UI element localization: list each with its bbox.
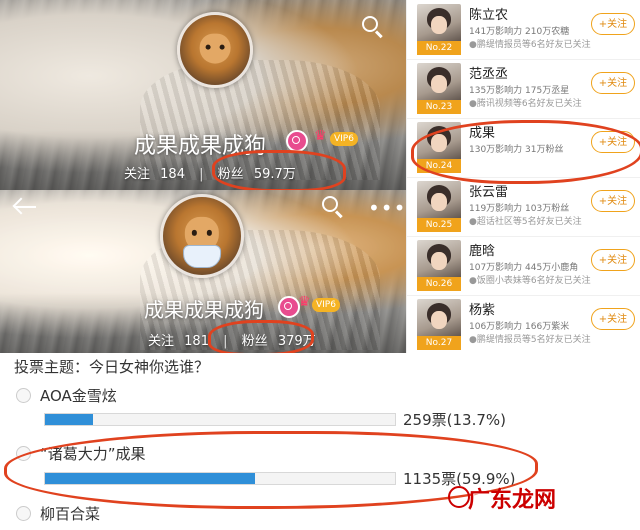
search-icon[interactable] (362, 16, 383, 39)
list-item[interactable]: No.27 杨紫 106万影响力 166万紫米 ●鹏缇情报员等5名好友已关注 +… (407, 295, 640, 354)
rank-badge: No.26 (417, 277, 461, 291)
follow-button[interactable]: +关注 (591, 190, 635, 212)
more-icon[interactable]: ••• (368, 196, 406, 220)
user-stats: 141万影响力 210万农糖 (469, 27, 570, 37)
cat-icon (199, 33, 231, 64)
list-item[interactable]: No.22 陈立农 141万影响力 210万农糖 ●鹏缇情报员等6名好友已关注 … (407, 0, 640, 60)
user-name[interactable]: 陈立农 (469, 4, 508, 23)
poll-option-label[interactable]: AOA金雪炫 (40, 385, 117, 406)
back-arrow-icon[interactable] (12, 197, 36, 216)
profile-name: 成果成果成狗 (144, 298, 264, 322)
follow-label[interactable]: 关注 (148, 334, 174, 349)
ranking-list: No.22 陈立农 141万影响力 210万农糖 ●鹏缇情报员等6名好友已关注 … (406, 0, 640, 353)
mutual-follow-note: ●鹏缇情报员等5名好友已关注 (469, 335, 591, 345)
list-item[interactable]: No.26 鹿晗 107万影响力 445万小鹿角 ●饭圈小表妹等6名好友已关注 … (407, 236, 640, 296)
crown-icon: ♛ (298, 294, 311, 310)
watermark: 广东龙网 (468, 488, 557, 513)
profile-header-top: 成果成果成狗 ♛ VIP6 关注 184 | 粉丝 59.7万 (0, 0, 406, 190)
poll-option-label[interactable]: 柳百合菜 (40, 503, 100, 524)
mutual-follow-note: ●饭圈小表妹等6名好友已关注 (469, 276, 591, 286)
follow-button[interactable]: +关注 (591, 13, 635, 35)
rank-badge: No.22 (417, 41, 461, 55)
verified-icon (278, 296, 300, 318)
avatar[interactable] (160, 194, 244, 278)
list-item[interactable]: No.23 范丞丞 135万影响力 175万丞星 ●腾讯视频等6名好友已关注 +… (407, 59, 640, 119)
face-mask-icon (183, 245, 221, 268)
crown-icon: ♛ (314, 128, 327, 144)
vip-badge: VIP6 (330, 132, 358, 146)
mutual-follow-note: ●超话社区等5名好友已关注 (469, 217, 582, 227)
vip-badge: VIP6 (312, 298, 340, 312)
poll-title: 投票主题：今日女神你选谁？ (14, 358, 210, 376)
rank-badge: No.25 (417, 218, 461, 232)
user-stats: 119万影响力 103万粉丝 (469, 204, 570, 214)
follow-count[interactable]: 184 (160, 167, 185, 182)
highlight-oval (411, 120, 640, 184)
user-stats: 106万影响力 166万紫米 (469, 322, 570, 332)
poll-result-text: 259票(13.7%) (403, 411, 506, 429)
follow-button[interactable]: +关注 (591, 249, 635, 271)
user-name[interactable]: 杨紫 (469, 299, 495, 318)
avatar[interactable] (177, 12, 253, 88)
rank-badge: No.23 (417, 100, 461, 114)
mutual-follow-note: ●鹏缇情报员等6名好友已关注 (469, 40, 591, 50)
highlight-oval (212, 150, 346, 190)
user-name[interactable]: 鹿晗 (469, 240, 495, 259)
highlight-oval (208, 320, 314, 353)
follow-label[interactable]: 关注 (124, 167, 150, 182)
search-icon[interactable] (322, 196, 343, 219)
poll-result-bar (44, 413, 396, 426)
user-stats: 135万影响力 175万丞星 (469, 86, 570, 96)
mutual-follow-note: ●腾讯视频等6名好友已关注 (469, 99, 582, 109)
poll-result-fill (45, 414, 93, 425)
watermark-logo-icon (448, 486, 470, 508)
follow-button[interactable]: +关注 (591, 308, 635, 330)
verified-icon (286, 130, 308, 152)
profile-header-bottom: 成果成果成狗 ♛ VIP6 关注 181 | 粉丝 379万 (0, 190, 406, 353)
poll-option-radio[interactable] (16, 506, 31, 521)
poll-option-radio[interactable] (16, 388, 31, 403)
user-name[interactable]: 范丞丞 (469, 63, 508, 82)
user-stats: 107万影响力 445万小鹿角 (469, 263, 579, 273)
follow-button[interactable]: +关注 (591, 72, 635, 94)
list-item[interactable]: No.25 张云雷 119万影响力 103万粉丝 ●超话社区等5名好友已关注 +… (407, 177, 640, 237)
follow-count[interactable]: 181 (184, 334, 209, 349)
rank-badge: No.27 (417, 336, 461, 350)
